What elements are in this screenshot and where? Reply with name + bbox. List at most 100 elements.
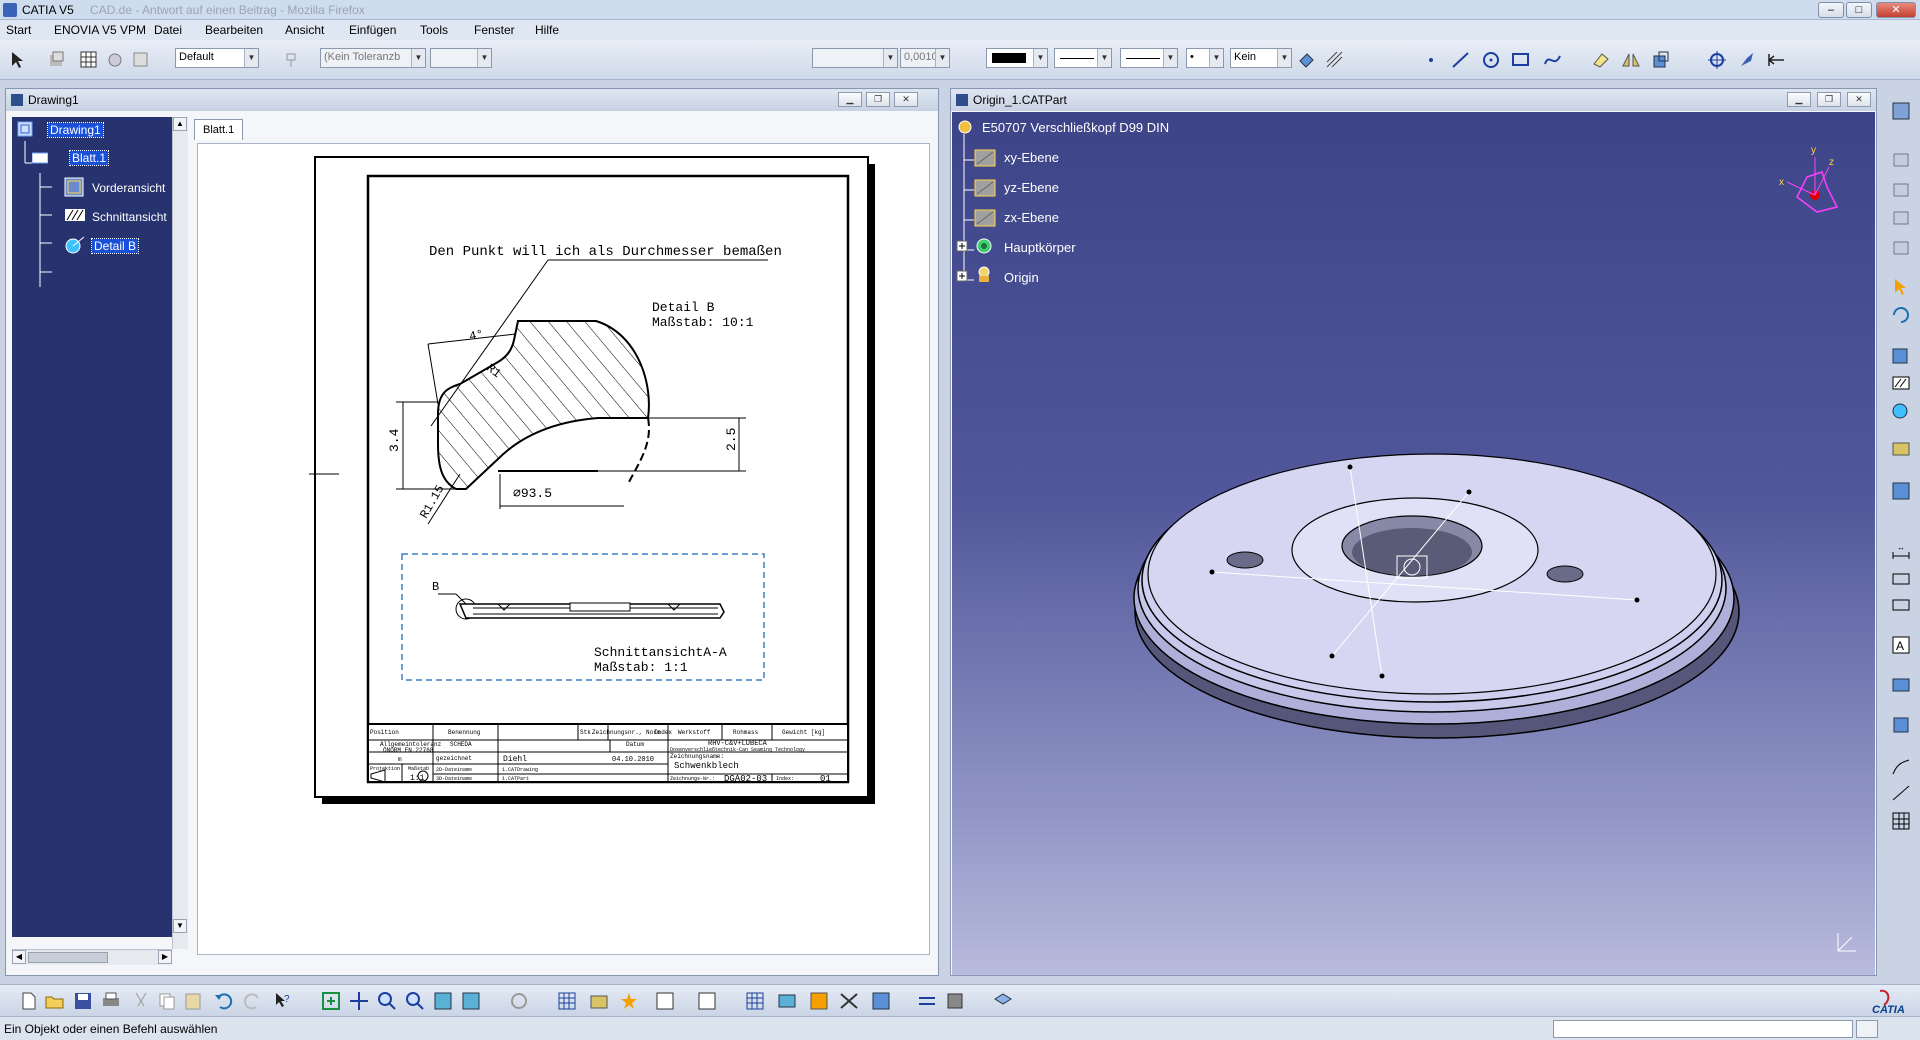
- dim-3-4[interactable]: 3.4: [387, 428, 402, 452]
- generate-icon[interactable]: [944, 990, 966, 1012]
- sketch-view-icon[interactable]: [460, 990, 482, 1012]
- grid-icon[interactable]: [1890, 810, 1912, 832]
- dimension-chain-icon[interactable]: [1890, 568, 1912, 590]
- update-tool-icon[interactable]: [1890, 304, 1912, 326]
- mirror-icon[interactable]: [1620, 49, 1642, 71]
- save-icon[interactable]: [72, 990, 94, 1012]
- normal-view-icon[interactable]: [432, 990, 454, 1012]
- command-input[interactable]: [1553, 1020, 1853, 1038]
- dim-diameter[interactable]: ⌀93.5: [513, 486, 552, 501]
- snap-to-point-icon[interactable]: [588, 990, 610, 1012]
- part-window-titlebar[interactable]: Origin_1.CATPart ▁ ❐ ✕: [951, 89, 1876, 111]
- tree-scroll-left[interactable]: ◀: [12, 950, 26, 964]
- symbol-icon[interactable]: [1890, 714, 1912, 736]
- grid-display-icon[interactable]: [556, 990, 578, 1012]
- menu-ansicht[interactable]: Ansicht: [285, 23, 324, 37]
- align-icon[interactable]: [1766, 49, 1788, 71]
- section-title[interactable]: SchnittansichtA-A: [594, 645, 727, 660]
- text-icon[interactable]: A: [1890, 634, 1912, 656]
- pin-icon[interactable]: [1736, 49, 1758, 71]
- tree-item-part-root[interactable]: E50707 Verschließkopf D99 DIN: [982, 120, 1169, 135]
- swap-icon[interactable]: [916, 990, 938, 1012]
- line-icon[interactable]: [1450, 49, 1472, 71]
- tree-scroll-down[interactable]: ▼: [173, 919, 187, 933]
- snap-point-icon[interactable]: [1706, 49, 1728, 71]
- tree-item-blatt1[interactable]: Blatt.1: [68, 150, 110, 166]
- tree-scroll-up[interactable]: ▲: [173, 117, 187, 131]
- views-icon[interactable]: [1890, 346, 1912, 368]
- tree-item-xy-plane[interactable]: xy-Ebene: [1004, 150, 1059, 165]
- section-label-b[interactable]: B: [432, 580, 439, 594]
- open-folder-icon[interactable]: [44, 990, 66, 1012]
- menu-bearbeiten[interactable]: Bearbeiten: [205, 23, 263, 37]
- new-file-icon[interactable]: [18, 990, 40, 1012]
- analysis-display-icon[interactable]: [618, 990, 640, 1012]
- style-combo[interactable]: Default ▼: [175, 48, 259, 68]
- section-tool-icon[interactable]: [1890, 372, 1912, 394]
- command-input-button[interactable]: [1856, 1020, 1878, 1038]
- select-tool-icon[interactable]: [8, 49, 30, 71]
- refresh-icon[interactable]: [508, 990, 530, 1012]
- grid-snap-icon[interactable]: [78, 49, 100, 71]
- select-arrow-icon[interactable]: [1890, 276, 1912, 298]
- dimension-icon[interactable]: ↔: [1890, 540, 1912, 562]
- tab-blatt1[interactable]: Blatt.1: [194, 119, 244, 140]
- tree-item-hauptkoerper[interactable]: Hauptkörper: [1004, 240, 1076, 255]
- clipping-tool-icon[interactable]: [1890, 438, 1912, 460]
- pan-icon[interactable]: [348, 990, 370, 1012]
- hatch-icon[interactable]: [1324, 49, 1346, 71]
- part-minimize-button[interactable]: ▁: [1787, 92, 1811, 107]
- linetype-combo[interactable]: ▼: [1054, 48, 1112, 68]
- filter-icon[interactable]: [808, 990, 830, 1012]
- 3d-viewer[interactable]: E50707 Verschließkopf D99 DIN xy-Ebene y…: [952, 112, 1875, 975]
- tree-scroll-right[interactable]: ▶: [158, 950, 172, 964]
- drawing-window-titlebar[interactable]: Drawing1 ▁ ❐ ✕: [6, 89, 938, 111]
- tree-item-vorderansicht[interactable]: Vorderansicht: [92, 181, 165, 195]
- paint-bucket-icon[interactable]: [1296, 49, 1318, 71]
- scale-tool-icon[interactable]: [1650, 49, 1672, 71]
- detail-tool-icon[interactable]: [1890, 400, 1912, 422]
- tolerance-combo[interactable]: (Kein Toleranzb ▼: [320, 48, 426, 68]
- menu-hilfe[interactable]: Hilfe: [535, 23, 559, 37]
- tree-item-zx-plane[interactable]: zx-Ebene: [1004, 210, 1059, 225]
- detail-title[interactable]: Detail B: [652, 300, 715, 315]
- background-view-icon[interactable]: [776, 990, 798, 1012]
- menu-start[interactable]: Start: [6, 23, 31, 37]
- dimension-tool-icon[interactable]: [130, 49, 152, 71]
- menu-tools[interactable]: Tools: [420, 23, 448, 37]
- sketch-tool-icon[interactable]: [1890, 206, 1912, 228]
- eraser-icon[interactable]: [1590, 49, 1612, 71]
- tree-hscrollbar[interactable]: ◀ ▶: [12, 949, 172, 965]
- geometry-line-icon[interactable]: [1890, 756, 1912, 778]
- 3d-part-model[interactable]: [1122, 412, 1742, 762]
- section-scale[interactable]: Maßstab: 1:1: [594, 660, 688, 675]
- expand-origin-icon[interactable]: [956, 270, 972, 286]
- analysis-icon[interactable]: [104, 49, 126, 71]
- compass-widget[interactable]: y x z: [1767, 137, 1867, 247]
- fit-all-icon[interactable]: [320, 990, 342, 1012]
- workbench-icon[interactable]: [1890, 100, 1912, 122]
- menu-datei[interactable]: Datei: [154, 23, 182, 37]
- whats-this-icon[interactable]: ?: [272, 990, 294, 1012]
- value-combo[interactable]: ▼: [812, 48, 898, 68]
- sketch-tools-icon[interactable]: [654, 990, 676, 1012]
- tree-item-drawing1[interactable]: Drawing1: [47, 122, 104, 138]
- 3d-view-icon[interactable]: [992, 990, 1014, 1012]
- color-combo[interactable]: ▼: [986, 48, 1048, 68]
- close-app-button[interactable]: ✕: [1876, 2, 1916, 18]
- detail-scale[interactable]: Maßstab: 10:1: [652, 315, 754, 330]
- part-close-button[interactable]: ✕: [1847, 92, 1871, 107]
- lineweight-combo[interactable]: ▼: [1120, 48, 1178, 68]
- break-view-icon[interactable]: [1890, 480, 1912, 502]
- expand-hauptkoerper-icon[interactable]: [956, 240, 972, 256]
- tree-scroll-thumb[interactable]: [28, 952, 108, 963]
- grid-2-icon[interactable]: [744, 990, 766, 1012]
- point-icon[interactable]: [1420, 49, 1442, 71]
- tree-item-origin[interactable]: Origin: [1004, 270, 1039, 285]
- tolerance-icon[interactable]: [1890, 594, 1912, 616]
- dim-angle[interactable]: 4°: [468, 327, 485, 344]
- format-painter-icon[interactable]: [282, 49, 304, 71]
- tree-item-schnittansicht[interactable]: Schnittansicht: [92, 210, 167, 224]
- spline-icon[interactable]: [1542, 49, 1564, 71]
- point-style-combo[interactable]: • ▼: [1186, 48, 1224, 68]
